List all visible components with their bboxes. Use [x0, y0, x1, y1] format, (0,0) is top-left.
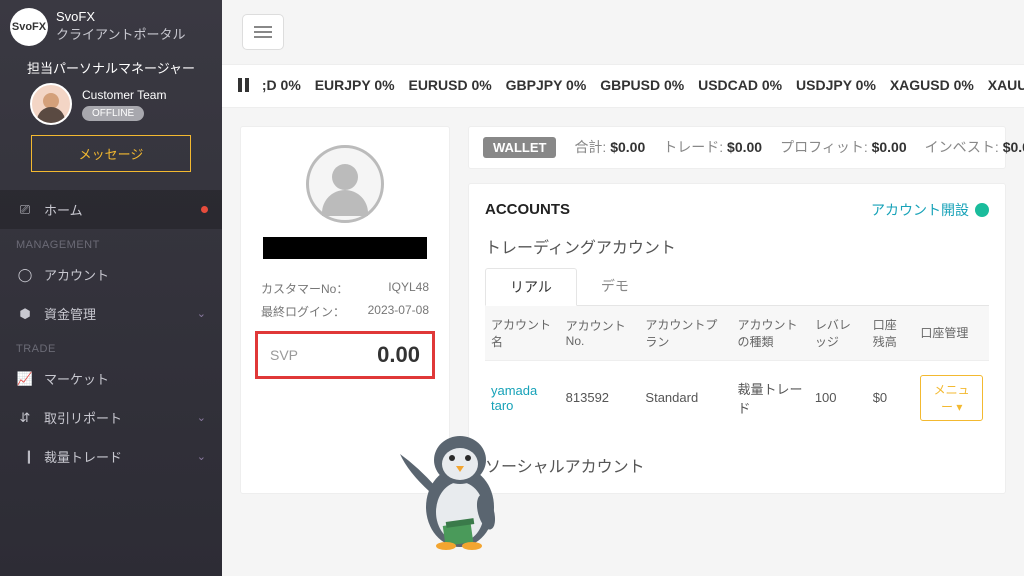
hamburger-button[interactable]: [242, 14, 284, 50]
status-circle-icon: [975, 203, 989, 217]
ticker-item: XAGUSD 0%: [890, 77, 974, 93]
nav-report[interactable]: ⇵ 取引リポート ⌄: [0, 398, 222, 437]
chevron-down-icon: ⌄: [197, 307, 206, 320]
manager-section: 担当パーソナルマネージャー Customer Team OFFLINE メッセー…: [0, 54, 222, 182]
chevron-down-icon: ⌄: [197, 450, 206, 463]
ticker: ;D 0% EURJPY 0% EURUSD 0% GBPJPY 0% GBPU…: [222, 64, 1024, 108]
accounts-card: ACCOUNTS アカウント開設 トレーディングアカウント リアル デモ アカウ…: [468, 183, 1006, 494]
pause-icon[interactable]: [238, 78, 252, 95]
account-create-link[interactable]: アカウント開設: [871, 200, 989, 220]
th-type: アカウントの種類: [731, 306, 808, 361]
nav-market[interactable]: 📈 マーケット: [0, 359, 222, 398]
last-login-label: 最終ログイン：: [261, 303, 345, 320]
brand: SvoFX SvoFX クライアントポータル: [0, 0, 222, 54]
profile-avatar: [306, 145, 384, 223]
account-balance: $0: [867, 360, 915, 435]
tabs: リアル デモ: [485, 268, 989, 306]
funds-icon: ⬢: [16, 306, 34, 322]
svp-box: SVP 0.00: [255, 331, 435, 379]
nav-home-label: ホーム: [44, 200, 83, 219]
th-plan: アカウントプラン: [639, 306, 731, 361]
accounts-table: アカウント名 アカウント No. アカウントプラン アカウントの種類 レバレッジ…: [485, 306, 989, 435]
wallet-total: 合計: $0.00: [574, 137, 645, 157]
last-login-row: 最終ログイン： 2023-07-08: [255, 300, 435, 323]
th-balance: 口座残高: [867, 306, 915, 361]
penguin-mascot: [388, 412, 518, 552]
nav-funds[interactable]: ⬢ 資金管理 ⌄: [0, 294, 222, 333]
content: カスタマーNo： IQYL48 最終ログイン： 2023-07-08 SVP 0.0…: [222, 108, 1024, 512]
customer-no-label: カスタマーNo：: [261, 280, 348, 297]
chevron-down-icon: ⌄: [197, 411, 206, 424]
wallet-invest: インベスト: $0.00: [925, 137, 1024, 157]
nav-funds-label: 資金管理: [44, 304, 96, 323]
nav-report-label: 取引リポート: [44, 408, 122, 427]
brand-subtitle: クライアントポータル: [56, 26, 185, 44]
ticker-item: ;D 0%: [262, 77, 301, 93]
home-icon: ⎚: [16, 202, 34, 218]
account-no: 813592: [560, 360, 640, 435]
ticker-item: EURUSD 0%: [408, 77, 491, 93]
ticker-item: GBPUSD 0%: [600, 77, 684, 93]
th-name: アカウント名: [485, 306, 560, 361]
svp-label: SVP: [270, 347, 298, 363]
nav-section-trade: TRADE: [0, 333, 222, 359]
wallet-bar: WALLET 合計: $0.00 トレード: $0.00 プロフィット: $0.…: [468, 126, 1006, 169]
ticker-item: EURJPY 0%: [315, 77, 395, 93]
profile-name-redacted: [263, 237, 427, 259]
nav-home[interactable]: ⎚ ホーム: [0, 190, 222, 229]
nav-section-management: MANAGEMENT: [0, 229, 222, 255]
nav-account[interactable]: ◯ アカウント: [0, 255, 222, 294]
report-icon: ⇵: [16, 410, 34, 426]
account-name-link[interactable]: yamada taro: [491, 383, 537, 413]
nav: ⎚ ホーム MANAGEMENT ◯ アカウント ⬢ 資金管理 ⌄ TRADE 📈 マーケ…: [0, 190, 222, 476]
customer-no-value: IQYL48: [388, 280, 429, 297]
th-manage: 口座管理: [914, 306, 989, 361]
menu-button[interactable]: メニュー ▾: [920, 375, 983, 421]
manager-status: OFFLINE: [82, 106, 144, 121]
th-leverage: レバレッジ: [809, 306, 867, 361]
nav-market-label: マーケット: [44, 369, 109, 388]
sidebar: SvoFX SvoFX クライアントポータル 担当パーソナルマネージャー Cus…: [0, 0, 222, 576]
manager-avatar: [30, 83, 72, 125]
topbar: [222, 0, 1024, 64]
brand-logo: SvoFX: [10, 8, 48, 46]
account-icon: ◯: [16, 267, 34, 283]
table-row: yamada taro 813592 Standard 裁量トレード 100 $…: [485, 360, 989, 435]
market-icon: 📈: [16, 371, 34, 387]
ticker-item: USDCAD 0%: [698, 77, 782, 93]
manager-name: Customer Team: [82, 88, 166, 102]
account-leverage: 100: [809, 360, 867, 435]
tab-demo[interactable]: デモ: [577, 268, 653, 305]
nav-account-label: アカウント: [44, 265, 109, 284]
wallet-trade: トレード: $0.00: [663, 137, 762, 157]
wallet-profit: プロフィット: $0.00: [780, 137, 907, 157]
nav-discretion-label: 裁量トレード: [44, 447, 122, 466]
nav-discretion[interactable]: ⎹⎸ 裁量トレード ⌄: [0, 437, 222, 476]
brand-name: SvoFX: [56, 8, 185, 26]
right-column: WALLET 合計: $0.00 トレード: $0.00 プロフィット: $0.…: [468, 126, 1006, 494]
wallet-tag: WALLET: [483, 137, 556, 158]
customer-no-row: カスタマーNo： IQYL48: [255, 277, 435, 300]
notification-dot: [201, 206, 208, 213]
ticker-item: GBPJPY 0%: [506, 77, 587, 93]
accounts-title: ACCOUNTS: [485, 201, 570, 218]
discretion-icon: ⎹⎸: [16, 449, 34, 465]
last-login-value: 2023-07-08: [368, 303, 429, 320]
ticker-item: XAUUSD 0%: [988, 77, 1024, 93]
th-no: アカウント No.: [560, 306, 640, 361]
account-plan: Standard: [639, 360, 731, 435]
tab-real[interactable]: リアル: [485, 268, 577, 306]
message-button[interactable]: メッセージ: [31, 135, 191, 172]
main: ;D 0% EURJPY 0% EURUSD 0% GBPJPY 0% GBPU…: [222, 0, 1024, 576]
account-type: 裁量トレード: [731, 360, 808, 435]
trading-title: トレーディングアカウント: [485, 234, 989, 258]
manager-title: 担当パーソナルマネージャー: [10, 58, 212, 77]
svp-value: 0.00: [377, 342, 420, 368]
social-accounts-title: ソーシャルアカウント: [485, 453, 989, 477]
ticker-item: USDJPY 0%: [796, 77, 876, 93]
